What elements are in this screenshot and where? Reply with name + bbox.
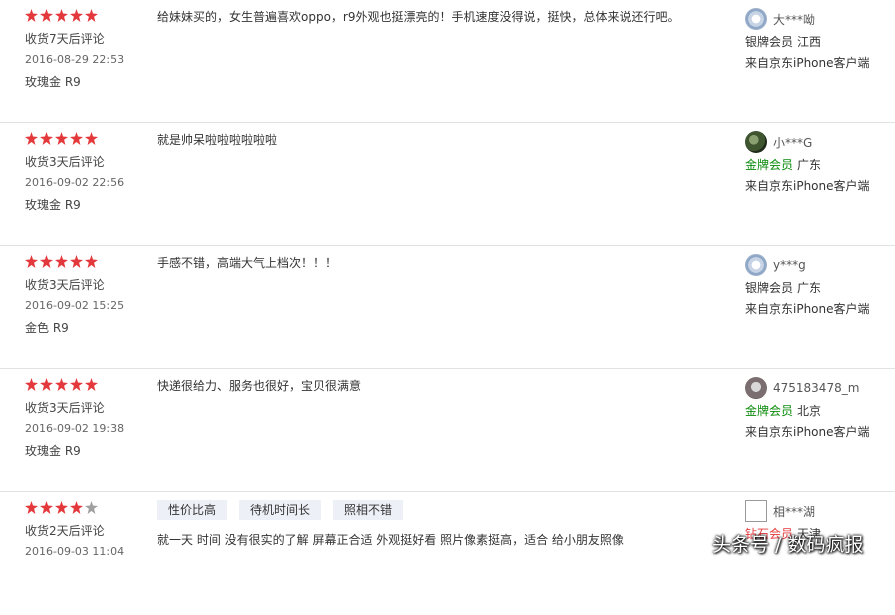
product-variant: 玫瑰金 R9 (25, 75, 81, 89)
reviewer-info: 475183478_m 金牌会员 北京 来自京东iPhone客户端 (745, 377, 890, 442)
reviewer-name[interactable]: 475183478_m (773, 381, 859, 395)
star-rating (25, 255, 98, 268)
star-filled-icon (85, 132, 98, 145)
member-level-row: 银牌会员 广东 (745, 277, 890, 299)
avatar[interactable] (745, 8, 767, 30)
star-filled-icon (55, 255, 68, 268)
star-filled-icon (40, 255, 53, 268)
star-rating (25, 378, 98, 391)
star-filled-icon (25, 9, 38, 22)
member-level: 金牌会员 (745, 404, 794, 418)
product-variant: 玫瑰金 R9 (25, 198, 81, 212)
product-variant: 金色 R9 (25, 321, 69, 335)
star-filled-icon (70, 501, 83, 514)
member-region: 江西 (797, 35, 822, 49)
member-level: 金牌会员 (745, 158, 794, 172)
member-level-row: 金牌会员 广东 (745, 154, 890, 176)
review-delay: 收货3天后评论 (25, 401, 105, 415)
review-comment: 快递很给力、服务也很好，宝贝很满意 (157, 379, 362, 393)
star-filled-icon (55, 9, 68, 22)
reviewer-name[interactable]: y***g (773, 258, 806, 272)
avatar[interactable] (745, 377, 767, 399)
avatar[interactable] (745, 131, 767, 153)
review-delay: 收货7天后评论 (25, 32, 105, 46)
member-level-row: 金牌会员 北京 (745, 400, 890, 422)
star-rating (25, 501, 98, 514)
member-level-row: 银牌会员 江西 (745, 31, 890, 53)
star-filled-icon (40, 132, 53, 145)
reviewer-info: 小***G 金牌会员 广东 来自京东iPhone客户端 (745, 131, 890, 196)
member-region: 广东 (797, 158, 822, 172)
review-date: 2016-09-02 22:56 (25, 176, 125, 189)
reviewer-info: y***g 银牌会员 广东 来自京东iPhone客户端 (745, 254, 890, 319)
review-item: 收货7天后评论 2016-08-29 22:53 玫瑰金 R9 给妹妹买的，女生… (0, 0, 895, 123)
review-item: 收货3天后评论 2016-09-02 19:38 玫瑰金 R9 快递很给力、服务… (0, 369, 895, 492)
review-tag[interactable]: 照相不错 (333, 500, 404, 520)
broken-image-icon[interactable] (745, 500, 767, 522)
review-comment: 手感不错，高端大气上档次！！！ (157, 256, 338, 270)
member-level: 银牌会员 (745, 281, 794, 295)
star-filled-icon (85, 255, 98, 268)
review-comment: 就一天 时间 没有很实的了解 屏幕正合适 外观挺好看 照片像素挺高，适合 给小朋… (157, 533, 624, 547)
member-region: 广东 (797, 281, 822, 295)
reviewer-name[interactable]: 大***呦 (773, 11, 815, 28)
star-filled-icon (70, 255, 83, 268)
star-filled-icon (40, 501, 53, 514)
star-filled-icon (55, 378, 68, 391)
star-filled-icon (55, 501, 68, 514)
review-tag[interactable]: 待机时间长 (239, 500, 322, 520)
review-source: 来自京东iPhone客户端 (745, 425, 870, 439)
star-filled-icon (25, 255, 38, 268)
member-region: 北京 (797, 404, 822, 418)
star-filled-icon (85, 9, 98, 22)
star-filled-icon (40, 9, 53, 22)
member-level: 银牌会员 (745, 35, 794, 49)
star-filled-icon (70, 9, 83, 22)
star-empty-icon (85, 501, 98, 514)
review-comment: 就是帅呆啦啦啦啦啦啦 (157, 133, 278, 147)
avatar[interactable] (745, 254, 767, 276)
product-variant: 玫瑰金 R9 (25, 444, 81, 458)
reviewer-name[interactable]: 小***G (773, 134, 812, 151)
star-filled-icon (25, 378, 38, 391)
reviewer-name[interactable]: 相***湖 (773, 503, 815, 520)
watermark: 头条号 / 数码疯报 (712, 534, 864, 556)
star-filled-icon (85, 378, 98, 391)
star-filled-icon (25, 501, 38, 514)
review-date: 2016-09-02 19:38 (25, 422, 125, 435)
star-rating (25, 132, 98, 145)
reviewer-info: 大***呦 银牌会员 江西 来自京东iPhone客户端 (745, 8, 890, 73)
star-filled-icon (70, 132, 83, 145)
star-filled-icon (70, 378, 83, 391)
review-source: 来自京东iPhone客户端 (745, 179, 870, 193)
star-rating (25, 9, 98, 22)
review-tag[interactable]: 性价比高 (157, 500, 228, 520)
review-date: 2016-09-03 11:04 (25, 545, 125, 558)
review-item: 收货3天后评论 2016-09-02 22:56 玫瑰金 R9 就是帅呆啦啦啦啦… (0, 123, 895, 246)
star-filled-icon (40, 378, 53, 391)
review-tags: 性价比高 待机时间长 照相不错 (157, 500, 404, 520)
review-delay: 收货2天后评论 (25, 524, 105, 538)
review-source: 来自京东iPhone客户端 (745, 56, 870, 70)
review-date: 2016-09-02 15:25 (25, 299, 125, 312)
review-comment: 给妹妹买的，女生普遍喜欢oppo，r9外观也挺漂亮的！手机速度没得说，挺快，总体… (157, 10, 680, 24)
review-delay: 收货3天后评论 (25, 278, 105, 292)
review-source: 来自京东iPhone客户端 (745, 302, 870, 316)
review-date: 2016-08-29 22:53 (25, 53, 125, 66)
review-item: 收货3天后评论 2016-09-02 15:25 金色 R9 手感不错，高端大气… (0, 246, 895, 369)
star-filled-icon (25, 132, 38, 145)
star-filled-icon (55, 132, 68, 145)
review-delay: 收货3天后评论 (25, 155, 105, 169)
